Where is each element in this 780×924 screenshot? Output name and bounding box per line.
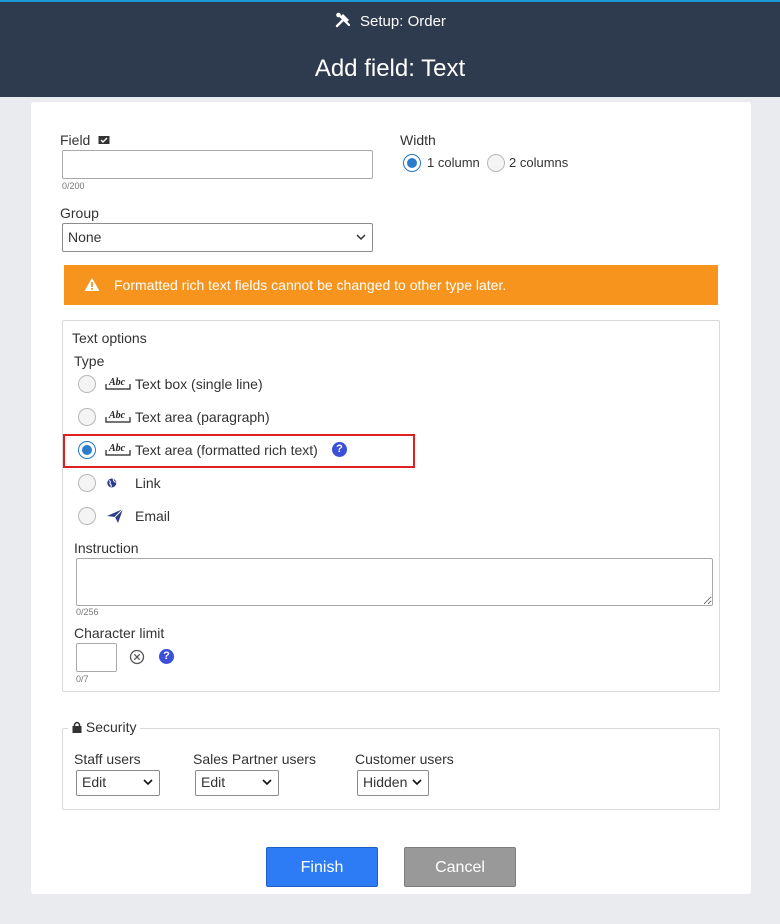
abc-icon: Abc xyxy=(105,410,131,423)
svg-text:Abc: Abc xyxy=(108,377,126,388)
staff-users-label: Staff users xyxy=(74,751,141,767)
paper-plane-icon xyxy=(107,508,124,523)
type-link-radio[interactable] xyxy=(78,474,96,492)
form-card: Field 0/200 Width 1 column 2 columns Gro… xyxy=(31,102,751,894)
cancel-button[interactable]: Cancel xyxy=(404,847,516,887)
width-label: Width xyxy=(400,132,436,148)
mail-icon xyxy=(98,136,110,144)
type-email-label: Email xyxy=(135,508,171,524)
instruction-textarea[interactable] xyxy=(76,558,713,606)
partner-users-select[interactable]: Edit xyxy=(195,770,279,796)
finish-button[interactable]: Finish xyxy=(266,847,378,887)
chevron-down-icon xyxy=(143,779,153,786)
char-limit-input[interactable] xyxy=(76,643,117,672)
type-rich-text-radio[interactable] xyxy=(78,441,96,459)
char-limit-label: Character limit xyxy=(74,625,165,641)
type-email-radio[interactable] xyxy=(78,507,96,525)
page-header: Setup: Order Add field: Text xyxy=(0,0,780,97)
instruction-counter: 0/256 xyxy=(76,607,99,617)
group-label: Group xyxy=(60,205,99,221)
svg-text:Abc: Abc xyxy=(108,410,126,421)
abc-icon: Abc xyxy=(105,443,131,456)
char-limit-counter: 0/7 xyxy=(76,674,89,684)
type-text-box-radio[interactable] xyxy=(78,375,96,393)
security-legend-text: Security xyxy=(85,719,137,735)
warning-text: Formatted rich text fields cannot be cha… xyxy=(114,277,507,293)
customer-users-value: Hidden xyxy=(363,774,408,790)
page-title: Add field: Text xyxy=(314,55,466,82)
width-options: 1 column 2 columns xyxy=(403,153,603,173)
type-text-area-label: Text area (paragraph) xyxy=(135,409,270,425)
clear-icon[interactable] xyxy=(129,649,145,665)
customer-users-select[interactable]: Hidden xyxy=(357,770,429,796)
partner-users-label: Sales Partner users xyxy=(193,751,316,767)
width-2-columns-label: 2 columns xyxy=(509,155,569,170)
width-1-column-label: 1 column xyxy=(427,155,480,170)
width-1-column-radio[interactable] xyxy=(403,154,421,172)
breadcrumb-label: Setup: Order xyxy=(360,13,446,30)
warning-banner: Formatted rich text fields cannot be cha… xyxy=(64,265,718,305)
help-icon[interactable]: ? xyxy=(332,442,347,457)
type-rich-text-label: Text area (formatted rich text) xyxy=(135,442,318,458)
lock-icon xyxy=(72,721,82,733)
char-limit-help-icon[interactable]: ? xyxy=(159,649,174,664)
staff-users-value: Edit xyxy=(82,774,107,790)
svg-text:Abc: Abc xyxy=(108,443,126,454)
partner-users-value: Edit xyxy=(201,774,226,790)
type-link-label: Link xyxy=(135,475,161,491)
field-name-input[interactable] xyxy=(62,150,373,179)
type-text-box-label: Text box (single line) xyxy=(135,376,263,392)
group-select-value: None xyxy=(68,229,102,245)
chevron-down-icon xyxy=(262,779,272,786)
instruction-label: Instruction xyxy=(74,540,139,556)
type-label: Type xyxy=(74,353,105,369)
security-box xyxy=(62,728,720,810)
staff-users-select[interactable]: Edit xyxy=(76,770,160,796)
field-label-text: Field xyxy=(60,132,91,148)
abc-icon: Abc xyxy=(105,377,131,390)
field-counter: 0/200 xyxy=(62,181,85,191)
globe-icon xyxy=(107,478,117,488)
chevron-down-icon xyxy=(356,234,366,241)
type-text-area-radio[interactable] xyxy=(78,408,96,426)
tools-icon xyxy=(335,12,351,28)
warning-icon xyxy=(84,278,100,291)
width-2-columns-radio[interactable] xyxy=(487,154,505,172)
text-options-legend: Text options xyxy=(72,330,147,346)
chevron-down-icon xyxy=(412,779,422,786)
security-legend: Security xyxy=(68,719,141,735)
field-label: Field xyxy=(60,132,110,148)
group-select[interactable]: None xyxy=(62,223,373,252)
breadcrumb: Setup: Order xyxy=(0,11,780,30)
customer-users-label: Customer users xyxy=(355,751,454,767)
